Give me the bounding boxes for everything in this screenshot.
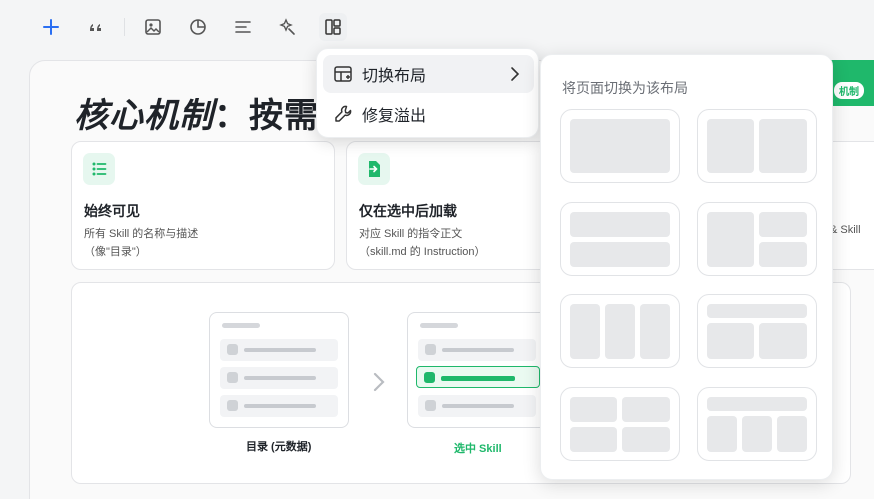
catalog-mockup — [209, 312, 349, 428]
flow-label-selected: 选中 Skill — [454, 443, 502, 455]
card-load-on-select[interactable]: 仅在选中后加载 对应 Skill 的指令正文 （skill.md 的 Instru… — [346, 141, 556, 270]
card-desc-line: （像"目录"） — [84, 246, 147, 258]
layout-option-header-three-columns[interactable] — [697, 387, 817, 461]
layout-option-three-columns[interactable] — [560, 294, 680, 368]
layout-option-two-rows[interactable] — [560, 202, 680, 276]
layout-context-menu: 切换布局 修复溢出 — [316, 48, 539, 138]
quote-icon — [90, 24, 101, 31]
chevron-right-icon — [511, 67, 520, 81]
card-desc-line: 对应 Skill 的指令正文 — [359, 228, 463, 240]
chart-icon — [190, 19, 206, 35]
layout-option-left-block-right-stack[interactable] — [697, 202, 817, 276]
card-desc: 所有 Skill 的名称与描述 （像"目录"） — [84, 225, 198, 261]
image-button[interactable] — [139, 13, 167, 41]
text-align-button[interactable] — [229, 13, 257, 41]
chart-button[interactable] — [184, 13, 212, 41]
layout-icon — [325, 19, 341, 35]
menu-item-fix-overflow[interactable]: 修复溢出 — [323, 95, 534, 133]
card-title: 仅在选中后加载 — [359, 203, 457, 219]
layout-option-header-two-columns[interactable] — [697, 294, 817, 368]
menu-item-label: 修复溢出 — [362, 108, 427, 125]
wrench-icon — [332, 103, 354, 125]
magic-icon — [279, 18, 295, 35]
file-import-icon — [358, 153, 390, 185]
card-desc-line: 所有 Skill 的名称与描述 — [84, 228, 199, 240]
quote-button[interactable] — [82, 13, 110, 41]
menu-item-switch-layout[interactable]: 切换布局 — [323, 55, 534, 93]
slide-title-italic: 核心机制 — [74, 96, 214, 136]
image-icon — [145, 19, 161, 35]
layout-option-two-by-two-grid[interactable] — [560, 387, 680, 461]
layout-button[interactable] — [319, 13, 347, 41]
chevron-right-icon — [373, 372, 385, 392]
slide-title-rest: ：按需加载 — [214, 96, 324, 136]
layout-option-single-block[interactable] — [560, 109, 680, 183]
card-always-visible[interactable]: 始终可见 所有 Skill 的名称与描述 （像"目录"） — [71, 141, 335, 270]
text-align-icon — [235, 21, 251, 33]
layout-submenu: 将页面切换为该布局 — [540, 54, 833, 480]
add-button[interactable] — [37, 13, 65, 41]
toolbar-divider — [124, 18, 125, 36]
chip-label: 机制 — [834, 82, 864, 99]
selected-skill-mockup — [407, 312, 541, 428]
card-fragment-text: & Skill — [830, 224, 861, 236]
card-desc-line: （skill.md 的 Instruction） — [359, 246, 486, 258]
card-title: 始终可见 — [84, 203, 140, 219]
submenu-title: 将页面切换为该布局 — [562, 80, 688, 96]
menu-item-label: 切换布局 — [362, 68, 427, 85]
layout-switch-icon — [332, 63, 354, 85]
magic-button[interactable] — [273, 13, 301, 41]
flow-label-catalog: 目录 (元数据) — [246, 441, 312, 453]
add-icon — [43, 19, 59, 35]
slide-title[interactable]: 核心机制：按需加载 — [74, 88, 324, 137]
layout-option-two-columns[interactable] — [697, 109, 817, 183]
list-icon — [83, 153, 115, 185]
card-desc: 对应 Skill 的指令正文 （skill.md 的 Instruction） — [359, 225, 486, 261]
